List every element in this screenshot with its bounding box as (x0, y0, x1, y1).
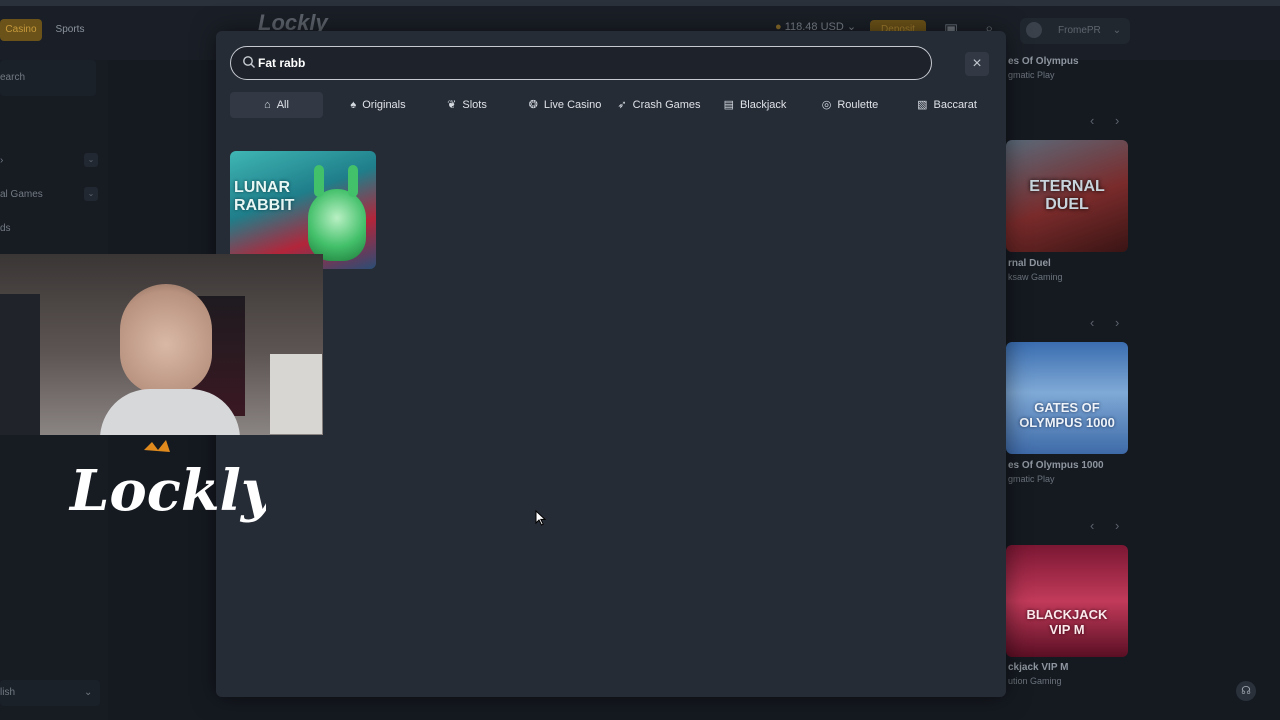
game-card-blackjack-vip[interactable]: BLACKJACK VIP M (1006, 545, 1128, 657)
search-modal: × ⌂ All ♠ Originals ❦ Slots ❂ Live Casin… (216, 31, 1006, 697)
tab-slots[interactable]: ❦ Slots (434, 92, 500, 118)
browser-edge (0, 0, 1280, 6)
tab-sports[interactable]: Sports (48, 19, 92, 41)
tab-crash-games[interactable]: ➶ Crash Games (614, 92, 704, 118)
tab-label: Baccarat (933, 99, 977, 111)
game-card-gates-of-olympus-1000[interactable]: GATES OF OLYMPUS 1000 (1006, 342, 1128, 454)
chevron-right-icon[interactable]: › (1115, 518, 1119, 533)
streamer-logo: Lockly (68, 440, 266, 524)
game-card-eternal-duel[interactable]: ETERNAL DUEL (1006, 140, 1128, 252)
game-provider: ution Gaming (1008, 676, 1062, 686)
spade-icon: ♠ (350, 99, 357, 111)
mouse-cursor-icon (535, 510, 547, 526)
tab-all[interactable]: ⌂ All (230, 92, 323, 118)
sidebar-item-games[interactable]: al Games (0, 189, 43, 200)
search-field[interactable] (230, 46, 932, 80)
game-card-art-text: BLACKJACK VIP M (1026, 607, 1108, 637)
rabbit-ear (314, 165, 324, 197)
cards-icon: ▧ (917, 99, 928, 111)
tab-label: All (276, 99, 289, 111)
game-title[interactable]: es Of Olympus (1008, 56, 1079, 67)
card-icon: ▤ (723, 99, 734, 111)
game-title[interactable]: rnal Duel (1008, 258, 1051, 269)
chevron-right-icon[interactable]: › (1115, 113, 1119, 128)
chevron-left-icon[interactable]: ‹ (1090, 113, 1094, 128)
support-headset-icon[interactable]: ☊ (1236, 681, 1256, 701)
game-provider: gmatic Play (1008, 474, 1055, 484)
chevron-down-icon[interactable]: ⌄ (84, 153, 98, 167)
tab-casino[interactable]: Casino (0, 19, 42, 41)
tab-originals[interactable]: ♠ Originals (337, 92, 419, 118)
game-card-art-text: LUNAR RABBIT (234, 179, 295, 214)
close-icon: × (972, 55, 982, 72)
sidebar-search-label: earch (0, 72, 26, 83)
sidebar-item-bullet[interactable]: › (0, 155, 3, 166)
username: FromePR (1058, 25, 1101, 36)
webcam-radiator (270, 354, 322, 434)
tab-label: Roulette (837, 99, 879, 111)
tab-label: Blackjack (739, 99, 787, 111)
chevron-right-icon[interactable]: › (1115, 315, 1119, 330)
language-select[interactable]: lish ⌄ (0, 680, 100, 706)
jester-hat-icon (144, 440, 170, 452)
chevron-left-icon[interactable]: ‹ (1090, 518, 1094, 533)
home-icon: ⌂ (264, 99, 271, 111)
chevron-down-icon: ⌄ (1112, 25, 1122, 36)
avatar (1026, 22, 1042, 39)
sidebar-item-ds[interactable]: ds (0, 223, 11, 234)
rocket-icon: ➶ (617, 99, 627, 111)
game-card-art-text: ETERNAL DUEL (1029, 178, 1105, 213)
roulette-icon: ◎ (821, 99, 832, 111)
close-button[interactable]: × (965, 52, 989, 76)
tab-blackjack[interactable]: ▤ Blackjack (716, 92, 794, 118)
chevron-down-icon[interactable]: ⌄ (84, 187, 98, 201)
tab-label: Originals (362, 99, 406, 111)
search-icon (243, 56, 255, 68)
rabbit-ear (348, 165, 358, 197)
game-provider: gmatic Play (1008, 70, 1055, 80)
webcam-chair (0, 294, 40, 435)
webcam-person (120, 284, 212, 394)
chevron-left-icon[interactable]: ‹ (1090, 315, 1094, 330)
game-title[interactable]: ckjack VIP M (1008, 662, 1068, 673)
search-input[interactable] (258, 47, 918, 79)
tab-roulette[interactable]: ◎ Roulette (812, 92, 888, 118)
language-label: lish (0, 687, 16, 698)
game-card-lunar-rabbit[interactable]: LUNAR RABBIT (230, 151, 376, 269)
chip-icon: ❂ (528, 99, 538, 111)
sidebar-search[interactable]: earch (0, 60, 96, 96)
tab-live-casino[interactable]: ❂ Live Casino (518, 92, 612, 118)
webcam-overlay (0, 254, 323, 435)
tab-label: Slots (462, 99, 487, 111)
game-title[interactable]: es Of Olympus 1000 (1008, 460, 1104, 471)
cherry-icon: ❦ (447, 99, 457, 111)
tab-label: Crash Games (632, 99, 701, 111)
rabbit-illustration (308, 189, 366, 261)
streamer-logo-text: Lockly (68, 458, 266, 524)
tab-label: Live Casino (543, 99, 602, 111)
game-card-art-text: GATES OF OLYMPUS 1000 (1019, 400, 1115, 430)
user-menu[interactable]: FromePR ⌄ (1020, 18, 1130, 44)
tab-baccarat[interactable]: ▧ Baccarat (908, 92, 986, 118)
chevron-down-icon: ⌄ (84, 687, 93, 698)
game-provider: ksaw Gaming (1008, 272, 1063, 282)
